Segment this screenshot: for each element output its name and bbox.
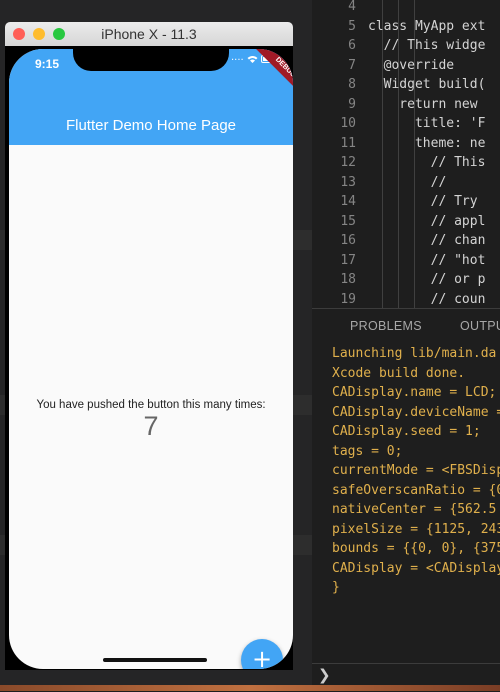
app-title: Flutter Demo Home Page: [65, 117, 237, 134]
output-line: pixelSize = {1125, 243: [332, 521, 500, 537]
line-number: 9: [348, 96, 356, 112]
code-line[interactable]: 18 // or p: [312, 270, 500, 290]
code-line[interactable]: 9 return new: [312, 95, 500, 115]
line-number: 13: [340, 174, 356, 190]
line-number: 15: [340, 213, 356, 229]
line-number: 17: [340, 252, 356, 268]
status-time: 9:15: [35, 57, 60, 71]
code-line[interactable]: 8 Widget build(: [312, 75, 500, 95]
code-line[interactable]: 6 // This widge: [312, 36, 500, 56]
code-text: // appl: [368, 213, 486, 229]
line-number: 4: [348, 0, 356, 14]
tab-problems[interactable]: PROBLEMS: [350, 319, 422, 333]
code-line[interactable]: 12 // This: [312, 153, 500, 173]
output-line: CADisplay.deviceName =: [332, 404, 500, 420]
code-editor[interactable]: 4 5 class MyApp ext 6 // This widge 7 @overr…: [312, 0, 500, 308]
output-line: bounds = {{0, 0}, {375: [332, 541, 500, 556]
terminal-prompt-icon: ❯: [318, 666, 331, 684]
desktop-background: [0, 685, 500, 691]
line-number: 14: [340, 194, 356, 209]
code-text: // coun: [368, 291, 486, 307]
line-number: 12: [340, 155, 356, 170]
plus-icon: +: [251, 645, 273, 669]
output-log: Launching lib/main.da Xcode build done. CA…: [332, 344, 500, 598]
code-text: // or p: [368, 272, 486, 287]
iphone-frame: 9:15 ···· DEBUG Flutter Demo Home Page Y…: [5, 46, 293, 670]
line-number: 11: [340, 135, 356, 151]
code-text: title: 'F: [368, 116, 486, 131]
code-text: // Try: [368, 194, 478, 209]
code-text: theme: ne: [368, 135, 486, 151]
output-line: safeOverscanRatio = {0: [332, 482, 500, 498]
code-text: class MyApp ext: [368, 18, 486, 34]
output-line: CADisplay.name = LCD;: [332, 385, 497, 400]
line-number: 16: [340, 233, 356, 248]
line-number: 5: [348, 18, 356, 34]
output-line: nativeCenter = {562.5: [332, 502, 497, 517]
bottom-panel: PROBLEMS OUTPU Launching lib/main.da Xcod…: [312, 308, 500, 692]
home-indicator[interactable]: [103, 658, 207, 662]
notch: [73, 49, 229, 71]
output-line: }: [332, 580, 340, 595]
counter-value: 7: [143, 411, 159, 441]
output-line: CADisplay = <CADisplay: [332, 560, 500, 576]
terminal-bar[interactable]: ❯: [312, 663, 500, 686]
code-text: // "hot: [368, 252, 486, 268]
tab-output[interactable]: OUTPU: [460, 319, 500, 333]
counter-label: You have pushed the button this many tim…: [36, 399, 266, 411]
line-number: 6: [348, 38, 356, 53]
increment-button[interactable]: +: [241, 639, 283, 669]
app-bar: 9:15 ···· DEBUG Flutter Demo Home Page: [9, 49, 293, 145]
output-line: currentMode = <FBSDisp: [332, 463, 500, 478]
signal-icon: ····: [231, 55, 244, 66]
code-text: // This widge: [368, 38, 486, 53]
code-text: //: [368, 174, 447, 190]
code-text: return new: [368, 96, 486, 112]
line-number: 7: [348, 57, 356, 73]
code-text: // This: [368, 155, 486, 170]
code-line[interactable]: 4: [312, 0, 500, 17]
code-line[interactable]: 5 class MyApp ext: [312, 17, 500, 37]
simulator-title: iPhone X - 11.3: [101, 26, 197, 42]
code-text: Widget build(: [368, 77, 486, 92]
code-line[interactable]: 19 // coun: [312, 290, 500, 309]
code-line[interactable]: 7 @override: [312, 56, 500, 76]
code-line[interactable]: 15 // appl: [312, 212, 500, 232]
code-line[interactable]: 11 theme: ne: [312, 134, 500, 154]
line-number: 10: [340, 116, 356, 131]
line-number: 19: [340, 291, 356, 307]
code-line[interactable]: 10 title: 'F: [312, 114, 500, 134]
code-line[interactable]: 14 // Try: [312, 192, 500, 212]
code-line[interactable]: 16 // chan: [312, 231, 500, 251]
line-number: 18: [340, 272, 356, 287]
code-text: // chan: [368, 233, 486, 248]
wifi-icon: [247, 55, 261, 66]
simulator-window: iPhone X - 11.3 9:15 ···· DEBUG Flutter …: [5, 22, 293, 670]
output-line: tags = 0;: [332, 443, 403, 459]
output-line: Xcode build done.: [332, 365, 466, 381]
output-line: CADisplay.seed = 1;: [332, 424, 481, 439]
code-line[interactable]: 13 //: [312, 173, 500, 193]
simulator-titlebar[interactable]: iPhone X - 11.3: [5, 22, 293, 47]
output-line: Launching lib/main.da: [332, 346, 497, 361]
phone-screen: 9:15 ···· DEBUG Flutter Demo Home Page Y…: [9, 49, 293, 669]
line-number: 8: [348, 77, 356, 92]
code-line[interactable]: 17 // "hot: [312, 251, 500, 271]
code-text: @override: [368, 57, 455, 73]
